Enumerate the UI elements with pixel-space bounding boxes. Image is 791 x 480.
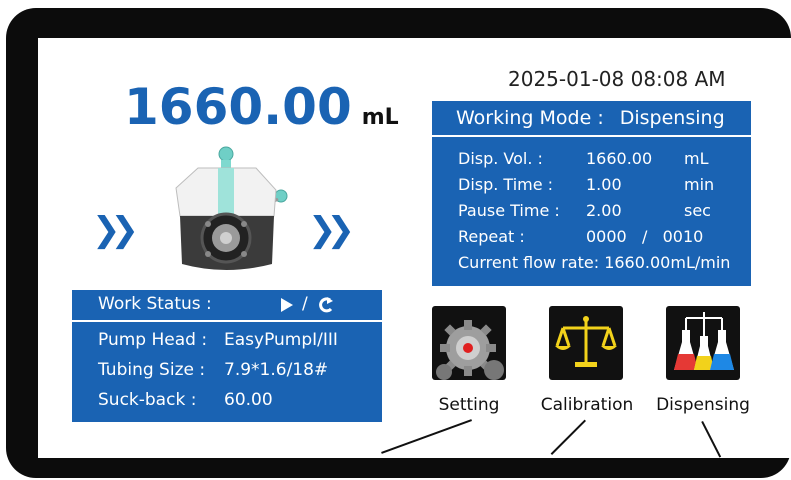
param-row-disp-vol: Disp. Vol. : 1660.00 mL: [458, 149, 709, 168]
info-value: 7.9*1.6/18#: [224, 360, 329, 380]
param-value: 1660.00: [586, 149, 653, 168]
pointer-line: [550, 419, 586, 455]
param-unit: min: [684, 175, 715, 194]
param-value: 2.00: [586, 201, 622, 220]
param-row-repeat: Repeat : 0000 / 0010: [458, 227, 703, 246]
dispensing-label: Dispensing: [656, 395, 750, 415]
param-value: 1.00: [586, 175, 622, 194]
mode-parameters-panel: Disp. Vol. : 1660.00 mL Disp. Time : 1.00 mi…: [432, 137, 751, 286]
param-value: 0000 / 0010: [586, 227, 704, 246]
peristaltic-pump-head-icon: [175, 146, 288, 270]
play-icon: [281, 298, 293, 312]
info-key: Suck-back :: [98, 390, 197, 410]
info-key: Pump Head :: [98, 330, 208, 350]
volume-display: 1660.00 mL: [124, 78, 399, 136]
info-row-pump-head: Pump Head : EasyPumpI/III: [98, 330, 338, 350]
info-row-tubing-size: Tubing Size : 7.9*1.6/18#: [98, 360, 328, 380]
refresh-icon: [319, 297, 333, 313]
info-key: Tubing Size :: [98, 360, 206, 380]
pointer-line: [701, 421, 722, 458]
param-unit: mL: [684, 149, 709, 168]
calibration-button[interactable]: [549, 306, 623, 380]
param-unit: sec: [684, 201, 711, 220]
status-separator: /: [302, 294, 308, 314]
flasks-icon: [674, 312, 734, 370]
param-key: Disp. Vol. :: [458, 149, 543, 168]
datetime-display: 2025-01-08 08:08 AM: [508, 67, 726, 91]
dispensing-button[interactable]: [666, 306, 740, 380]
pump-info-panel: Pump Head : EasyPumpI/III Tubing Size : 7.…: [72, 322, 382, 422]
working-mode-label: Working Mode :: [456, 107, 604, 129]
volume-value: 1660.00: [124, 78, 352, 136]
param-row-pause-time: Pause Time : 2.00 sec: [458, 201, 711, 220]
calibration-label: Calibration: [540, 395, 634, 415]
pointer-line: [381, 419, 472, 454]
info-row-suck-back: Suck-back : 60.00: [98, 390, 273, 410]
working-mode-value: Dispensing: [619, 107, 725, 129]
volume-unit: mL: [361, 105, 399, 130]
param-row-disp-time: Disp. Time : 1.00 min: [458, 175, 714, 194]
device-screen: 2025-01-08 08:08 AM 1660.00 mL ❯❯ ❯❯ Work…: [38, 38, 791, 458]
balance-scale-icon: [555, 316, 617, 367]
work-status-label: Work Status :: [98, 294, 212, 314]
info-value: EasyPumpI/III: [224, 330, 338, 350]
flow-direction-right-icon: ❯❯: [308, 210, 355, 250]
flow-direction-left-icon: ❯❯: [92, 210, 139, 250]
param-key: Pause Time :: [458, 201, 560, 220]
work-status-header: Work Status : /: [72, 290, 382, 320]
setting-label: Setting: [438, 395, 500, 415]
gear-icon: [436, 320, 504, 380]
param-key: Disp. Time :: [458, 175, 554, 194]
working-mode-header: Working Mode : Dispensing: [432, 101, 751, 135]
setting-button[interactable]: [432, 306, 506, 380]
param-key: Repeat :: [458, 227, 525, 246]
info-value: 60.00: [224, 390, 273, 410]
current-flow-rate: Current flow rate: 1660.00mL/min: [458, 253, 731, 272]
